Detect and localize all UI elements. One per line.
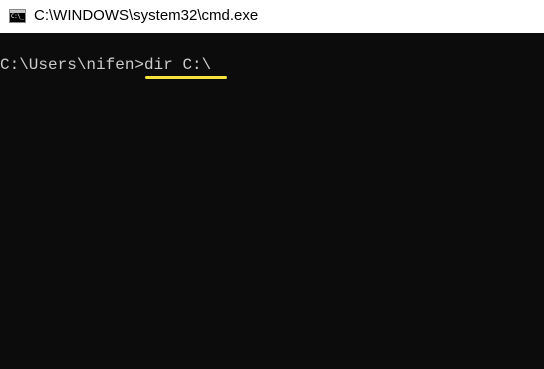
title-bar[interactable]: C:\_ C:\WINDOWS\system32\cmd.exe [0,0,544,33]
cmd-icon-label: C:\_ [11,13,24,20]
console-prompt: C:\Users\nifen> [0,56,145,74]
console-area[interactable]: C:\Users\nifen>dir C:\ [0,33,544,369]
console-line: C:\Users\nifen>dir C:\ [0,54,211,76]
cmd-icon: C:\_ [9,9,26,23]
cmd-window: C:\_ C:\WINDOWS\system32\cmd.exe C:\User… [0,0,544,369]
console-command: dir C:\ [144,56,212,74]
command-highlight-underline [145,76,227,79]
window-title: C:\WINDOWS\system32\cmd.exe [34,7,259,24]
